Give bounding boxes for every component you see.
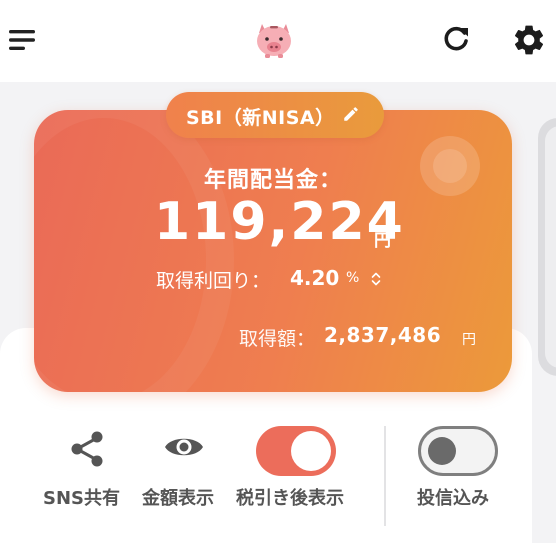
top-app-bar bbox=[0, 0, 556, 82]
acquisition-cost-label: 取得額： bbox=[239, 328, 316, 350]
account-name: SBI（新NISA） bbox=[186, 107, 335, 129]
controls-divider bbox=[384, 426, 386, 526]
annual-dividend-amount: 119,224 bbox=[154, 192, 405, 252]
after-tax-label: 税引き後表示 bbox=[236, 488, 344, 509]
pencil-icon[interactable] bbox=[342, 105, 360, 123]
account-name-pill[interactable]: SBI（新NISA） bbox=[166, 92, 384, 138]
annual-dividend-unit: 円 bbox=[374, 231, 391, 251]
yield-value: 4.20 bbox=[290, 266, 340, 290]
toggle-knob bbox=[291, 431, 331, 471]
dividend-summary-card[interactable]: 年間配当金： 119,224 円 取得利回り： 4.20 % 取得額： 2,83… bbox=[34, 110, 512, 392]
gear-icon[interactable] bbox=[511, 22, 547, 58]
annual-dividend-label: 年間配当金： bbox=[203, 168, 342, 193]
piggy-bank-logo-icon bbox=[257, 24, 291, 58]
share-icon[interactable] bbox=[70, 430, 104, 468]
hamburger-menu-icon[interactable] bbox=[9, 29, 37, 51]
sns-share-label: SNS共有 bbox=[43, 488, 120, 509]
acquisition-cost-value: 2,837,486 bbox=[324, 323, 442, 347]
next-account-card-inner bbox=[545, 126, 556, 368]
acquisition-cost-unit: 円 bbox=[462, 332, 476, 348]
eye-icon[interactable] bbox=[163, 432, 205, 462]
toggle-knob bbox=[428, 437, 456, 465]
refresh-icon[interactable] bbox=[441, 24, 471, 54]
yield-unit: % bbox=[346, 270, 360, 286]
after-tax-toggle[interactable] bbox=[256, 426, 336, 476]
show-amount-label: 金額表示 bbox=[142, 488, 214, 509]
yield-label: 取得利回り： bbox=[156, 270, 271, 292]
include-trust-toggle[interactable] bbox=[418, 426, 498, 476]
sort-toggle-icon[interactable] bbox=[370, 270, 382, 288]
include-trust-label: 投信込み bbox=[417, 488, 489, 509]
